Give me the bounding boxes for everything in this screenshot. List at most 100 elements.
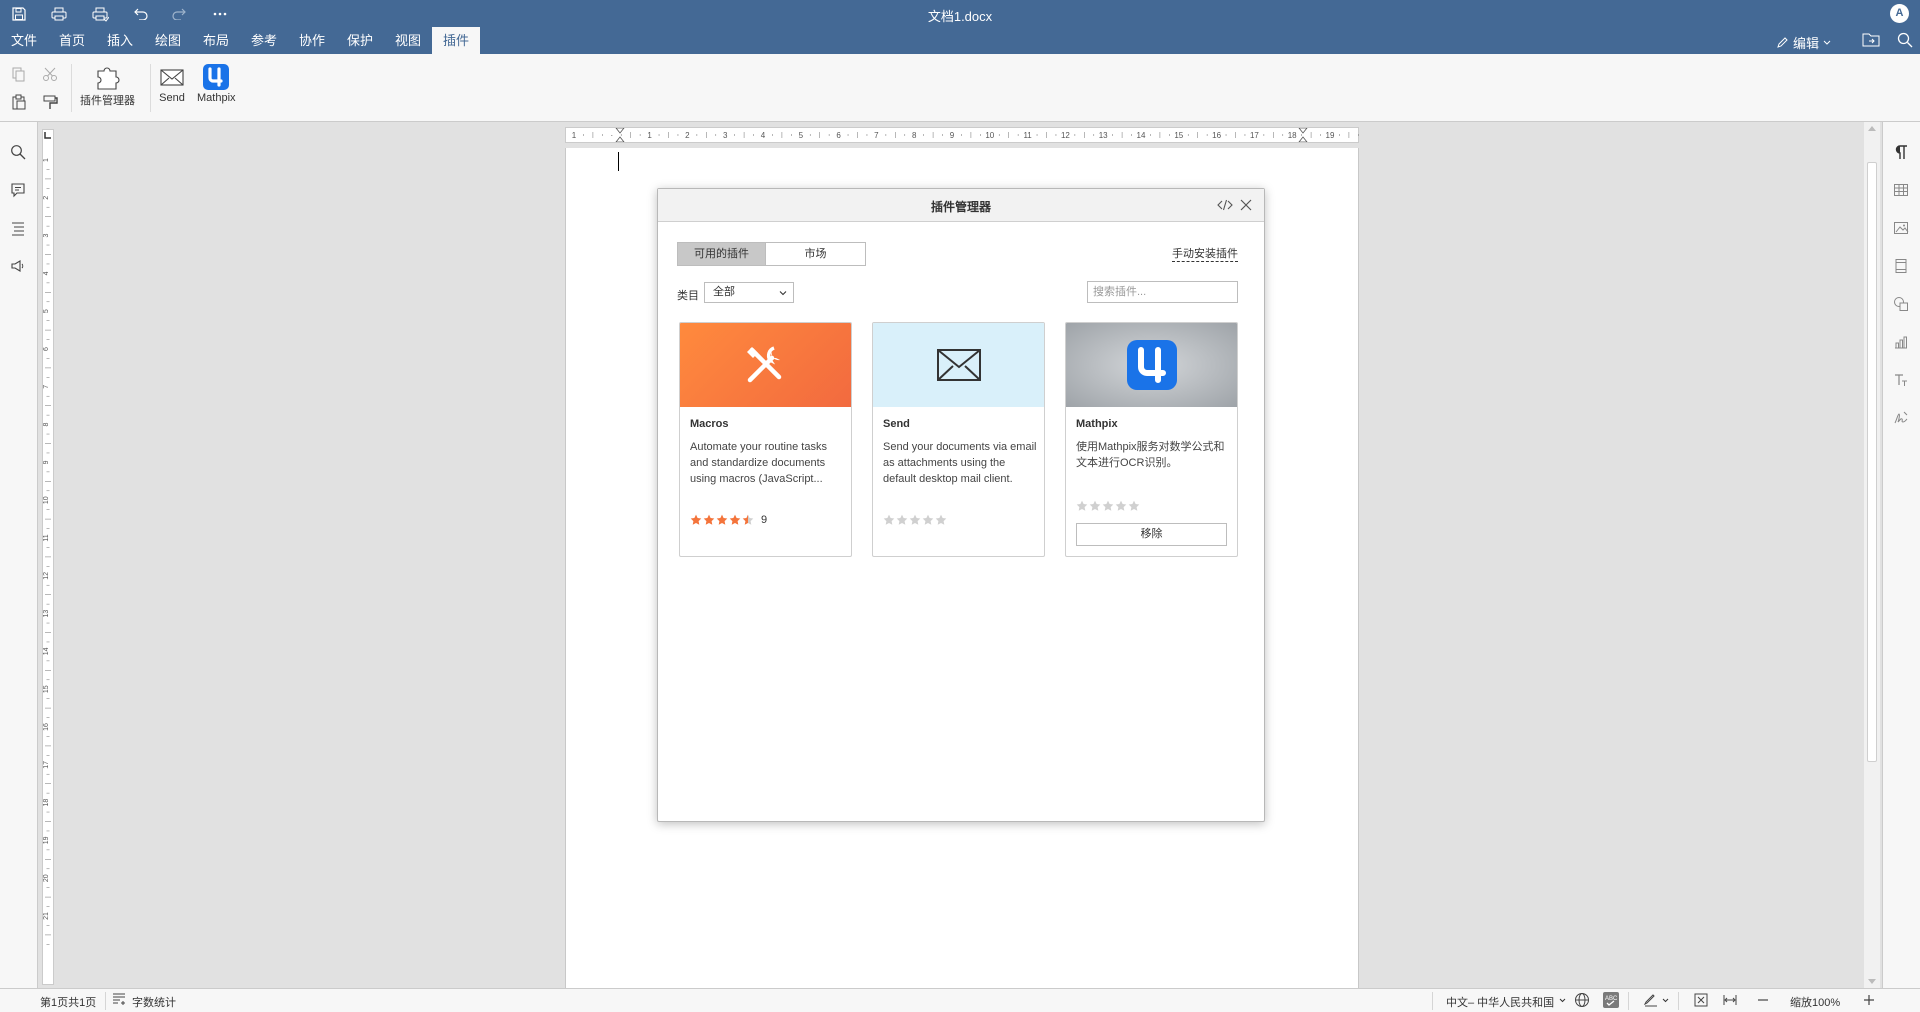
vertical-ruler[interactable]: 1 2 3 4 5 6 7 8 9 10 11 12 13 14 15 16 17 18 19 20 21 <box>42 129 54 985</box>
search-icon[interactable] <box>1897 32 1915 50</box>
scroll-up-icon[interactable] <box>1868 126 1876 131</box>
tab-insert[interactable]: 插入 <box>102 27 138 54</box>
fit-page-icon[interactable] <box>1693 992 1709 1008</box>
ruler-label: 21 <box>43 912 50 920</box>
plugin-banner <box>873 323 1044 407</box>
star-icon <box>909 514 921 525</box>
tab-layout[interactable]: 布局 <box>198 27 234 54</box>
tab-protection[interactable]: 保护 <box>342 27 378 54</box>
plugin-rating: 9 <box>690 514 767 526</box>
ruler-label: 18 <box>1288 131 1297 140</box>
plugin-card-mathpix[interactable]: Mathpix 使用Mathpix服务对数学公式和文本进行OCR识别。 移除 <box>1065 322 1238 557</box>
track-changes-icon[interactable] <box>1643 992 1659 1008</box>
horizontal-ruler[interactable]: 1 · 1 2 3 4 5 6 7 8 9 10 11 12 13 14 15 16 17 18 19 <box>565 127 1359 143</box>
ruler-label: 17 <box>43 761 50 769</box>
paragraph-settings-icon[interactable] <box>1893 144 1911 162</box>
cut-icon[interactable] <box>42 66 60 84</box>
comments-icon[interactable] <box>10 182 28 200</box>
user-avatar[interactable]: A <box>1890 4 1909 23</box>
remove-plugin-button[interactable]: 移除 <box>1076 523 1227 546</box>
word-count-button[interactable]: 字数统计 <box>132 994 176 1010</box>
ruler-label: 13 <box>1099 131 1108 140</box>
tab-collaboration[interactable]: 协作 <box>294 27 330 54</box>
signature-icon[interactable] <box>1893 410 1911 428</box>
dialog-header[interactable]: 插件管理器 <box>658 189 1264 222</box>
plugin-rating <box>883 514 947 526</box>
image-settings-icon[interactable] <box>1893 220 1911 238</box>
tab-available-plugins[interactable]: 可用的插件 <box>677 242 766 266</box>
vertical-scrollbar[interactable] <box>1864 122 1880 988</box>
plugin-banner <box>680 323 851 407</box>
plugin-name: Mathpix <box>1076 418 1118 430</box>
format-painter-icon[interactable] <box>42 94 60 112</box>
language-selector[interactable]: 中文– 中华人民共和国 <box>1446 994 1554 1010</box>
indent-marker[interactable] <box>1298 128 1308 142</box>
plugin-manager-label: 插件管理器 <box>80 95 135 107</box>
search-plugins-input[interactable] <box>1087 281 1238 303</box>
tab-plugins[interactable]: 插件 <box>432 27 480 54</box>
chart-settings-icon[interactable] <box>1893 334 1911 352</box>
ruler-label: 15 <box>43 685 50 693</box>
scroll-down-icon[interactable] <box>1868 979 1876 984</box>
page-indicator[interactable]: 第1页共1页 <box>40 994 96 1010</box>
copy-icon[interactable] <box>11 66 29 84</box>
shape-settings-icon[interactable] <box>1893 296 1911 314</box>
ruler-label: 14 <box>43 647 50 655</box>
plugin-rating <box>1076 500 1140 512</box>
tab-stop-selector[interactable] <box>43 131 52 140</box>
envelope-icon <box>160 69 184 86</box>
tab-file[interactable]: 文件 <box>6 27 42 54</box>
find-icon[interactable] <box>10 144 28 162</box>
navigation-icon[interactable] <box>10 220 28 238</box>
ruler-label: 4 <box>761 131 766 140</box>
text-art-icon[interactable] <box>1893 372 1911 390</box>
spellcheck-icon[interactable]: ABC <box>1603 992 1619 1008</box>
star-icon <box>742 514 754 525</box>
open-location-icon[interactable] <box>1862 32 1880 50</box>
tab-home[interactable]: 首页 <box>54 27 90 54</box>
mathpix-plugin-button[interactable]: Mathpix <box>197 64 236 104</box>
document-language-icon[interactable] <box>1574 992 1590 1008</box>
manual-install-link[interactable]: 手动安装插件 <box>1172 248 1238 262</box>
ruler-label: 20 <box>43 874 50 882</box>
tab-view[interactable]: 视图 <box>390 27 426 54</box>
tab-draw[interactable]: 绘图 <box>150 27 186 54</box>
plugin-description: 使用Mathpix服务对数学公式和文本进行OCR识别。 <box>1076 441 1225 469</box>
table-settings-icon[interactable] <box>1893 182 1911 200</box>
tab-references[interactable]: 参考 <box>246 27 282 54</box>
category-select[interactable]: 全部 <box>704 282 794 303</box>
indent-marker[interactable] <box>615 128 625 142</box>
close-icon[interactable] <box>1238 197 1254 213</box>
chevron-down-icon <box>1823 40 1831 45</box>
header-footer-icon[interactable] <box>1893 258 1911 276</box>
tab-marketplace[interactable]: 市场 <box>766 242 866 266</box>
plugin-card-macros[interactable]: Macros Automate your routine tasks and s… <box>679 322 852 557</box>
fit-width-icon[interactable] <box>1722 992 1738 1008</box>
zoom-out-icon[interactable] <box>1755 992 1771 1008</box>
rating-count: 9 <box>761 514 768 526</box>
plugin-card-send[interactable]: Send Send your documents via email as at… <box>872 322 1045 557</box>
status-divider <box>1678 992 1679 1010</box>
code-icon[interactable] <box>1217 197 1233 213</box>
scrollbar-thumb[interactable] <box>1867 162 1877 762</box>
star-icon <box>1076 500 1088 511</box>
mathpix-logo-icon <box>203 64 230 90</box>
feedback-icon[interactable] <box>10 258 28 276</box>
ruler-label: 16 <box>1212 131 1221 140</box>
edit-mode-dropdown[interactable]: 编辑 <box>1776 33 1831 52</box>
edit-mode-label: 编辑 <box>1792 36 1819 51</box>
ruler-label: · <box>610 131 613 140</box>
star-icon <box>1115 500 1127 511</box>
ruler-label: 6 <box>43 347 50 351</box>
ruler-label: 4 <box>43 271 50 275</box>
mathpix-logo-icon <box>1126 340 1177 390</box>
word-count-icon[interactable] <box>112 992 128 1008</box>
star-icon <box>690 514 702 525</box>
paste-icon[interactable] <box>11 94 29 112</box>
send-plugin-button[interactable]: Send <box>159 64 185 104</box>
status-bar: 第1页共1页 字数统计 中文– 中华人民共和国 ABC 缩放100% <box>0 988 1920 1012</box>
zoom-level[interactable]: 缩放100% <box>1790 994 1840 1010</box>
mathpix-plugin-label: Mathpix <box>197 92 236 104</box>
zoom-in-icon[interactable] <box>1861 992 1877 1008</box>
plugin-manager-button[interactable]: 插件管理器 <box>80 64 135 108</box>
